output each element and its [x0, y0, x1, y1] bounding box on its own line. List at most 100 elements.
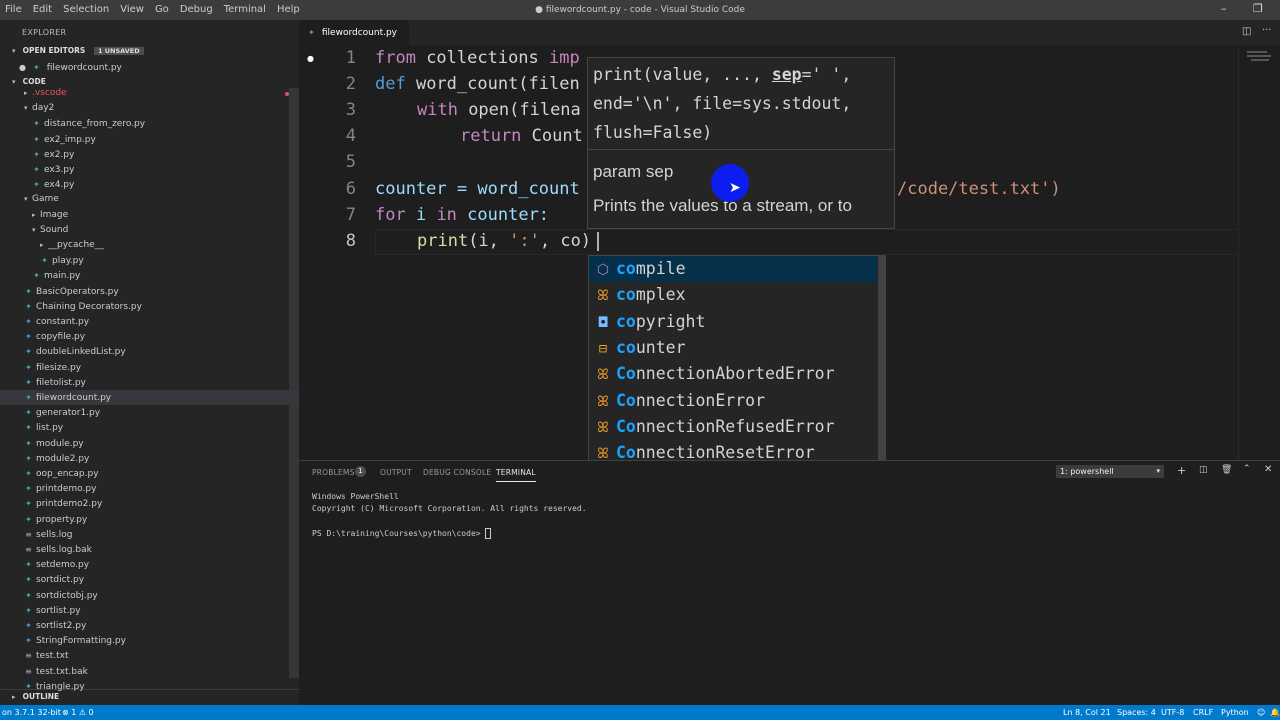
terminal-prompt[interactable]: PS D:\training\Courses\python\code> — [312, 528, 492, 539]
tree-item[interactable]: ▾ Sound — [0, 223, 299, 238]
tree-item[interactable]: ✦ printdemo.py — [0, 481, 299, 496]
trash-icon[interactable]: 🗑 — [1221, 465, 1232, 475]
menu-selection[interactable]: Selection — [58, 0, 115, 20]
chevron-down-icon: ▾ — [12, 47, 16, 55]
tree-item[interactable]: ▾ day2 — [0, 101, 299, 116]
new-terminal-icon[interactable]: + — [1177, 464, 1186, 477]
tree-item[interactable]: ✦ filetolist.py — [0, 375, 299, 390]
unsaved-dot-icon[interactable]: ● — [307, 54, 314, 63]
tree-item[interactable]: ✦ list.py — [0, 420, 299, 435]
chevron-right-icon: ▸ — [24, 89, 28, 97]
python-file-icon: ✦ — [25, 377, 32, 387]
tree-item[interactable]: ✦ Chaining Decorators.py — [0, 299, 299, 314]
tree-item[interactable]: ▸ __pycache__ — [0, 238, 299, 253]
menu-help[interactable]: Help — [272, 0, 306, 20]
tree-item[interactable]: ✦ module2.py — [0, 451, 299, 466]
tab-problems[interactable]: PROBLEMS — [312, 468, 355, 477]
tree-item[interactable]: ✦ generator1.py — [0, 405, 299, 420]
line-number: 5 — [345, 152, 356, 172]
menu-go[interactable]: Go — [150, 0, 175, 20]
tree-item[interactable]: ▾ Game — [0, 192, 299, 207]
terminal-select[interactable]: 1: powershell ▾ — [1056, 465, 1164, 478]
python-file-icon: ✦ — [25, 469, 32, 478]
tree-item[interactable]: ≡ sells.log.bak — [0, 542, 299, 557]
chevron-up-icon[interactable]: ⌃ — [1243, 464, 1251, 474]
menu-terminal[interactable]: Terminal — [219, 0, 272, 20]
tree-item-label: sortdict.py — [36, 575, 85, 586]
tree-item[interactable]: ✦ sortlist.py — [0, 603, 299, 618]
minimap[interactable] — [1238, 45, 1280, 460]
tree-item[interactable]: ✦ main.py — [0, 268, 299, 283]
suggestion-item[interactable]: ◘ copyright — [589, 309, 877, 335]
tree-item[interactable]: ✦ doubleLinkedList.py — [0, 344, 299, 359]
tree-item[interactable]: ≡ sells.log — [0, 527, 299, 542]
tree-item[interactable]: ✦ ex2.py — [0, 147, 299, 162]
tree-item[interactable]: ≡ test.txt.bak — [0, 664, 299, 679]
tree-item[interactable]: ▸ Image — [0, 208, 299, 223]
tab-debug-console[interactable]: DEBUG CONSOLE — [423, 468, 491, 477]
tree-item[interactable]: ✦ printdemo2.py — [0, 496, 299, 511]
minimize-icon[interactable]: – — [1221, 2, 1227, 15]
suggestion-label: ConnectionError — [616, 390, 766, 410]
line-ending[interactable]: CRLF — [1193, 705, 1213, 720]
tree-item[interactable]: ✦ oop_encap.py — [0, 466, 299, 481]
tree-item-label: printdemo.py — [36, 484, 97, 495]
tree-item[interactable]: ✦ sortdict.py — [0, 572, 299, 587]
tree-item[interactable]: ✦ ex3.py — [0, 162, 299, 177]
more-actions-icon[interactable]: ··· — [1262, 25, 1272, 36]
open-editors-header[interactable]: ▾ OPEN EDITORS 1 UNSAVED — [0, 44, 299, 58]
menu-file[interactable]: File — [0, 0, 28, 20]
tree-item[interactable]: ✦ setdemo.py — [0, 557, 299, 572]
tree-item[interactable]: ✦ filewordcount.py — [0, 390, 299, 405]
python-interpreter[interactable]: on 3.7.1 32-bit — [2, 705, 61, 720]
chevron-down-icon: ▾ — [32, 225, 36, 234]
tree-item[interactable]: ✦ module.py — [0, 436, 299, 451]
tree-item[interactable]: ≡ test.txt — [0, 648, 299, 663]
tab-output[interactable]: OUTPUT — [380, 468, 412, 477]
menu-view[interactable]: View — [115, 0, 150, 20]
unsaved-dot-icon[interactable]: ● — [0, 60, 26, 75]
split-terminal-icon[interactable]: ◫ — [1199, 465, 1208, 475]
menu-debug[interactable]: Debug — [175, 0, 219, 20]
suggestion-item[interactable]: ⬡ compile — [589, 256, 877, 283]
tree-item[interactable]: ▸ .vscode — [0, 86, 299, 101]
tree-item-label: filewordcount.py — [36, 393, 112, 403]
tree-item[interactable]: ✦ distance_from_zero.py — [0, 116, 299, 131]
tab-bar: ✦ filewordcount.py ● ◫ ··· — [299, 20, 1280, 63]
open-editor-item[interactable]: ● ✦ filewordcount.py — [0, 60, 299, 75]
tree-item[interactable]: ✦ triangle.py — [0, 679, 299, 694]
suggestion-item[interactable]: ꕤ ConnectionRefusedError — [589, 414, 877, 440]
tree-item[interactable]: ✦ ex2_imp.py — [0, 132, 299, 147]
close-panel-icon[interactable]: ✕ — [1264, 464, 1272, 475]
indentation[interactable]: Spaces: 4 — [1117, 705, 1156, 720]
problems-status[interactable]: ⊗ 1 ⚠ 0 — [62, 705, 94, 720]
split-editor-icon[interactable]: ◫ — [1242, 26, 1251, 37]
tab-terminal[interactable]: TERMINAL — [496, 468, 536, 482]
python-file-icon: ✦ — [41, 256, 48, 266]
cursor-position[interactable]: Ln 8, Col 21 — [1063, 705, 1111, 720]
tree-item[interactable]: ✦ sortdictobj.py — [0, 588, 299, 603]
status-bar: on 3.7.1 32-bit ⊗ 1 ⚠ 0 Ln 8, Col 21 Spa… — [0, 705, 1280, 720]
restore-icon[interactable]: ❐ — [1253, 2, 1263, 15]
tree-item[interactable]: ✦ play.py — [0, 253, 299, 268]
menu-edit[interactable]: Edit — [28, 0, 58, 20]
tree-item[interactable]: ✦ filesize.py — [0, 360, 299, 375]
encoding[interactable]: UTF-8 — [1161, 705, 1184, 720]
title-bar: ● filewordcount.py - code - Visual Studi… — [0, 0, 1280, 20]
tab-filewordcount[interactable]: ✦ filewordcount.py ● — [299, 20, 409, 63]
tree-item[interactable]: ✦ ex4.py — [0, 177, 299, 192]
tree-item[interactable]: ✦ sortlist2.py — [0, 618, 299, 633]
language-mode[interactable]: Python — [1221, 705, 1249, 720]
tree-item[interactable]: ✦ constant.py — [0, 314, 299, 329]
tree-item[interactable]: ✦ copyfile.py — [0, 329, 299, 344]
smiley-icon[interactable]: ☺ — [1257, 705, 1265, 720]
tree-item[interactable]: ✦ StringFormatting.py — [0, 633, 299, 648]
tree-item[interactable]: ✦ property.py — [0, 512, 299, 527]
suggestion-item[interactable]: ꕤ ConnectionAbortedError — [589, 361, 877, 387]
tree-item[interactable]: ✦ BasicOperators.py — [0, 284, 299, 299]
terminal-select-value: 1: powershell — [1060, 467, 1114, 476]
bell-icon[interactable]: 🔔 — [1270, 705, 1280, 720]
suggestion-item[interactable]: ⊟ counter — [589, 335, 877, 361]
suggestion-item[interactable]: ꕤ ConnectionError — [589, 388, 877, 414]
suggestion-item[interactable]: ꕤ complex — [589, 282, 877, 308]
